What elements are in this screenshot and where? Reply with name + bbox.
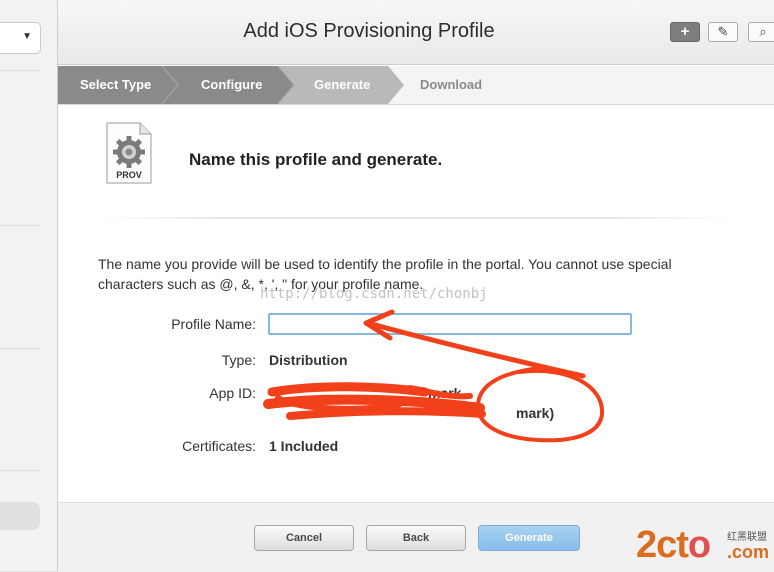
logo-dotcom: .com [727, 542, 770, 562]
gear-document-icon: PROV [106, 122, 152, 184]
plus-icon: + [680, 23, 690, 40]
sidebar-divider [0, 70, 40, 71]
add-button[interactable]: + [670, 22, 700, 42]
certificates-label: Certificates: [182, 438, 256, 454]
certificates-value: 1 Included [269, 438, 339, 454]
edit-icon: ✎ [717, 24, 729, 39]
step-arrows [58, 66, 404, 104]
main-panel: Add iOS Provisioning Profile + ✎ ⌕ Selec… [58, 0, 774, 572]
watermark: http://blog.csdn.net/chonbj [260, 286, 488, 302]
logo-text-o: o [687, 524, 711, 566]
search-icon: ⌕ [759, 24, 767, 39]
sidebar-button[interactable] [0, 502, 40, 530]
logo-mark: 2cto [636, 524, 711, 566]
edit-button[interactable]: ✎ [708, 22, 738, 42]
search-button[interactable]: ⌕ [748, 22, 774, 42]
step-progress-bar: Select Type Configure Generate Download [58, 66, 774, 105]
step-configure: Configure [201, 77, 263, 92]
sidebar-divider [0, 348, 40, 349]
step-generate: Generate [314, 77, 371, 92]
cancel-button[interactable]: Cancel [254, 525, 354, 551]
header: Add iOS Provisioning Profile + ✎ ⌕ [58, 0, 774, 65]
sidebar-divider [0, 470, 40, 471]
logo-subtext: 红黑联盟 [727, 532, 767, 543]
sidebar: ▼ [0, 0, 58, 571]
profile-name-input[interactable] [268, 313, 632, 335]
chevron-down-icon: ▼ [22, 31, 32, 42]
app-id-value-line1: mark [428, 385, 462, 401]
app-id-label: App ID: [209, 385, 256, 401]
site-logo: 2cto 红黑联盟 .com [636, 524, 774, 568]
section-heading: Name this profile and generate. [189, 150, 443, 169]
prov-label: PROV [116, 170, 142, 180]
page-title: Add iOS Provisioning Profile [243, 20, 495, 42]
app-id-value-line2: mark) [516, 405, 555, 421]
step-select-type: Select Type [80, 77, 152, 92]
type-label: Type: [221, 352, 256, 368]
profile-name-label: Profile Name: [171, 316, 256, 332]
logo-text: 2ct [636, 524, 689, 566]
sidebar-dropdown[interactable]: ▼ [0, 22, 41, 54]
divider [98, 217, 734, 219]
type-value: Distribution [269, 352, 348, 368]
generate-button[interactable]: Generate [478, 525, 580, 551]
step-download: Download [420, 77, 483, 92]
back-button[interactable]: Back [366, 525, 466, 551]
sidebar-divider [0, 225, 40, 226]
